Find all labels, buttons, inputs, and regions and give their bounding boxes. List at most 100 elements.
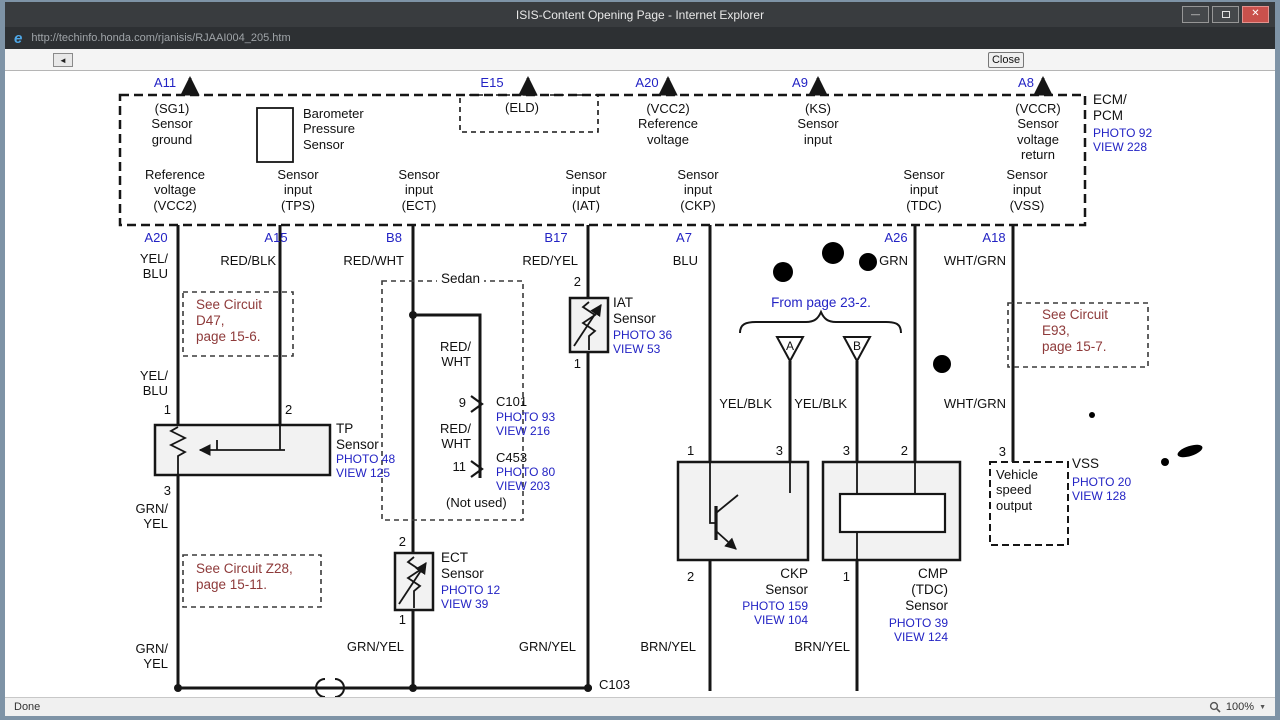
wire-grn-yel-1: GRN/ YEL: [135, 501, 169, 532]
close-window-button[interactable]: ✕: [1242, 6, 1269, 23]
wire-yel-blk-2: YEL/BLK: [794, 396, 847, 411]
title-bar: ISIS-Content Opening Page - Internet Exp…: [5, 2, 1275, 27]
ecm-photo-link[interactable]: PHOTO 92: [1093, 126, 1152, 140]
iat-pin-1: 1: [573, 356, 581, 371]
wire-grn: GRN: [879, 253, 908, 268]
pin-a15[interactable]: A15: [264, 230, 287, 245]
ecm-view-link[interactable]: VIEW 228: [1093, 140, 1147, 154]
diagram-labels: A11 E15 A20 A9 A8 (SG1) Sensor ground (E…: [0, 0, 1280, 720]
window-title: ISIS-Content Opening Page - Internet Exp…: [515, 7, 765, 22]
zoom-control[interactable]: 100% ▼: [1209, 701, 1266, 713]
wire-brn-yel-1: BRN/YEL: [640, 639, 696, 654]
triangle-a-label: A: [785, 339, 795, 353]
ect-view-link[interactable]: VIEW 39: [441, 597, 488, 611]
wire-blu: BLU: [672, 253, 698, 268]
maximize-icon: [1221, 11, 1230, 18]
ecm-bottom-term-tdc: Sensor input (TDC): [903, 167, 945, 213]
iat-view-link[interactable]: VIEW 53: [613, 342, 660, 356]
vss-photo-link[interactable]: PHOTO 20: [1072, 475, 1131, 489]
wire-red-wht-3: RED/ WHT: [439, 421, 471, 452]
pin-b8[interactable]: B8: [386, 230, 402, 245]
wire-wht-grn-1: WHT/GRN: [943, 253, 1006, 268]
wire-grn-yel-2: GRN/ YEL: [135, 641, 169, 672]
c453-view-link[interactable]: VIEW 203: [496, 479, 550, 493]
page-toolbar: ◄ Close: [5, 49, 1275, 71]
ecm-bottom-term-ect: Sensor input (ECT): [398, 167, 440, 213]
wire-red-wht-2: RED/ WHT: [439, 339, 471, 370]
c453-photo-link[interactable]: PHOTO 80: [496, 465, 555, 479]
wire-yel-blk-1: YEL/BLK: [719, 396, 772, 411]
iat-photo-link[interactable]: PHOTO 36: [613, 328, 672, 342]
ckp-sensor-label: CKP Sensor: [765, 566, 808, 597]
address-url[interactable]: http://techinfo.honda.com/rjanisis/RJAAI…: [31, 32, 290, 44]
address-bar: e http://techinfo.honda.com/rjanisis/RJA…: [5, 27, 1275, 49]
c101-label: C101: [496, 394, 528, 409]
wire-wht-grn-2: WHT/GRN: [943, 396, 1006, 411]
iat-pin-2: 2: [573, 274, 581, 289]
c453-pin-11: 11: [452, 459, 467, 474]
ecm-term-vccr: (VCCR) Sensor voltage return: [1015, 101, 1061, 162]
vss-pin-3: 3: [998, 444, 1006, 459]
ect-sensor-label: ECT Sensor: [441, 550, 484, 581]
pin-b17[interactable]: B17: [544, 230, 567, 245]
tp-sensor-label: TP Sensor: [336, 421, 379, 452]
window-controls: — ✕: [1182, 6, 1269, 23]
wire-grn-yel-4: GRN/YEL: [518, 639, 576, 654]
ect-photo-link[interactable]: PHOTO 12: [441, 583, 500, 597]
ecm-top-pin-a8[interactable]: A8: [1018, 75, 1034, 90]
ecm-top-pin-a9[interactable]: A9: [792, 75, 808, 90]
vehicle-speed-output-label: Vehicle speed output: [996, 467, 1038, 513]
c101-photo-link[interactable]: PHOTO 93: [496, 410, 555, 424]
c453-label: C453: [496, 450, 528, 465]
iat-sensor-label: IAT Sensor: [613, 295, 656, 326]
pin-a20[interactable]: A20: [144, 230, 167, 245]
magnifier-icon: [1209, 701, 1221, 713]
ckp-view-link[interactable]: VIEW 104: [754, 613, 808, 627]
cmp-photo-link[interactable]: PHOTO 39: [889, 616, 948, 630]
ect-pin-2: 2: [398, 534, 406, 549]
wire-grn-yel-3: GRN/YEL: [346, 639, 404, 654]
wire-red-wht-1: RED/WHT: [343, 253, 404, 268]
see-circuit-d47-note: See Circuit D47, page 15-6.: [196, 297, 263, 344]
ecm-term-eld: (ELD): [505, 100, 539, 115]
maximize-button[interactable]: [1212, 6, 1239, 23]
cmp-view-link[interactable]: VIEW 124: [894, 630, 948, 644]
ecm-bottom-term-ckp: Sensor input (CKP): [677, 167, 719, 213]
wire-red-yel: RED/YEL: [522, 253, 578, 268]
pin-a18[interactable]: A18: [982, 230, 1005, 245]
status-text: Done: [14, 701, 41, 713]
status-bar: Done 100% ▼: [5, 697, 1275, 716]
pin-a7[interactable]: A7: [676, 230, 692, 245]
ecm-top-pin-a11[interactable]: A11: [154, 75, 176, 90]
ecm-term-vcc2: (VCC2) Reference voltage: [638, 101, 698, 147]
close-button[interactable]: Close: [988, 52, 1024, 68]
ckp-pin-1: 1: [687, 443, 695, 458]
pin-a26[interactable]: A26: [884, 230, 907, 245]
zoom-caret-icon: ▼: [1259, 703, 1266, 711]
wire-yel-blu-2: YEL/ BLU: [139, 368, 168, 399]
cmp-pin-1: 1: [842, 569, 850, 584]
ecm-bottom-term-vss: Sensor input (VSS): [1006, 167, 1048, 213]
tp-pin-3: 3: [163, 483, 171, 498]
back-button[interactable]: ◄: [53, 53, 73, 67]
c103-label: C103: [599, 677, 631, 692]
tp-photo-link[interactable]: PHOTO 48: [336, 452, 395, 466]
c101-view-link[interactable]: VIEW 216: [496, 424, 550, 438]
vss-view-link[interactable]: VIEW 128: [1072, 489, 1126, 503]
triangle-b-label: B: [852, 339, 862, 353]
minimize-button[interactable]: —: [1182, 6, 1209, 23]
ecm-term-sg1: (SG1) Sensor ground: [151, 101, 193, 147]
ecm-top-pin-e15[interactable]: E15: [480, 75, 503, 90]
ect-pin-1: 1: [398, 612, 406, 627]
tp-pin-1: 1: [163, 402, 171, 417]
c101-pin-9: 9: [458, 395, 466, 410]
not-used-label: (Not used): [446, 495, 507, 510]
ckp-photo-link[interactable]: PHOTO 159: [742, 599, 808, 613]
barometer-sensor-label: Barometer Pressure Sensor: [303, 106, 364, 152]
ckp-pin-3: 3: [775, 443, 783, 458]
from-page-link[interactable]: From page 23-2.: [771, 295, 871, 311]
ecm-top-pin-a20[interactable]: A20: [635, 75, 658, 90]
cmp-pin-3: 3: [842, 443, 850, 458]
tp-view-link[interactable]: VIEW 125: [336, 466, 390, 480]
see-circuit-z28-note: See Circuit Z28, page 15-11.: [196, 561, 293, 592]
